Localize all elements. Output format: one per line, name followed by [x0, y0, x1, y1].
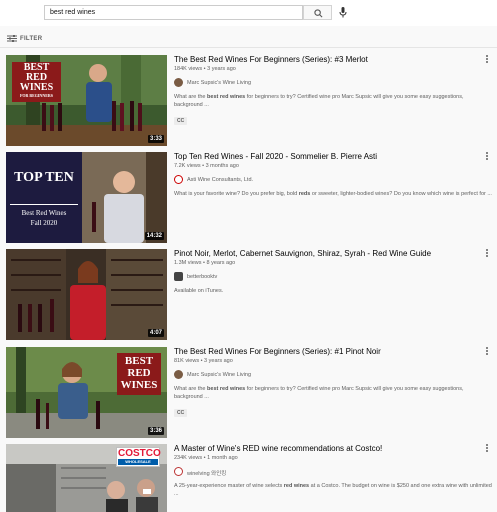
thumbnail-overlay-text: BEST RED WINES: [117, 355, 161, 391]
thumbnail-image: [6, 249, 167, 340]
overlay-line: WINES: [19, 82, 54, 93]
channel-avatar[interactable]: [174, 272, 183, 281]
cc-badge: CC: [174, 409, 188, 417]
voice-search-button[interactable]: [336, 5, 350, 20]
video-description: Available on iTunes.: [174, 287, 492, 295]
overlay-line: RED: [127, 367, 151, 379]
video-info: The Best Red Wines For Beginners (Series…: [174, 347, 487, 419]
channel-row[interactable]: betterbooktv: [174, 272, 487, 282]
video-duration: 3:36: [147, 427, 164, 435]
more-options-icon[interactable]: [486, 152, 489, 162]
video-meta: 7.2K views • 3 months ago: [174, 163, 239, 169]
desc-text: A 25-year-experience master of wine sele…: [174, 483, 284, 489]
filter-bar: FILTER: [0, 26, 497, 48]
video-description: What is your favorite wine? Do you prefe…: [174, 190, 492, 198]
video-info: Top Ten Red Wines - Fall 2020 - Sommelie…: [174, 152, 492, 198]
video-title[interactable]: Pinot Noir, Merlot, Cabernet Sauvignon, …: [174, 249, 487, 259]
desc-text: What are the: [174, 386, 208, 392]
video-title[interactable]: A Master of Wine's RED wine recommendati…: [174, 444, 487, 454]
more-options-icon[interactable]: [486, 55, 489, 65]
search-input[interactable]: best red wines: [44, 5, 303, 20]
video-result[interactable]: COSTCO WHOLESALE A Master of Wine's RED …: [0, 444, 497, 512]
more-options-icon[interactable]: [486, 347, 489, 357]
video-result[interactable]: BEST RED WINES 3:36 The Best Red Wines F…: [0, 347, 497, 444]
video-info: A Master of Wine's RED wine recommendati…: [174, 444, 492, 498]
overlay-line: Fall 2020: [30, 219, 58, 227]
video-info: Pinot Noir, Merlot, Cabernet Sauvignon, …: [174, 249, 487, 295]
desc-text: or sweeter, lighter-bodied wines? Do you…: [310, 191, 492, 197]
channel-row[interactable]: Marc Supsic's Wine Living: [174, 370, 487, 380]
channel-avatar[interactable]: [174, 370, 183, 379]
video-thumbnail[interactable]: 4:07: [6, 249, 167, 340]
video-description: A 25-year-experience master of wine sele…: [174, 482, 492, 498]
thumbnail-image: [6, 152, 167, 243]
desc-highlight: best red wines: [207, 94, 246, 100]
video-thumbnail[interactable]: BEST RED WINES 3:36: [6, 347, 167, 438]
top-bar: best red wines: [0, 0, 497, 26]
overlay-line: WINES: [120, 379, 158, 391]
video-description: What are the best red wines for beginner…: [174, 385, 492, 401]
video-result[interactable]: TOP TEN Best Red Wines Fall 2020 14:32 T…: [0, 152, 497, 249]
channel-avatar[interactable]: [174, 78, 183, 87]
channel-name[interactable]: betterbooktv: [187, 274, 217, 280]
video-description: What are the best red wines for beginner…: [174, 93, 492, 109]
filter-icon[interactable]: [7, 35, 17, 42]
video-duration: 4:07: [147, 329, 164, 337]
search-button[interactable]: [303, 5, 332, 20]
filter-button[interactable]: FILTER: [20, 36, 42, 42]
channel-row[interactable]: Asti Wine Consultants, Ltd.: [174, 175, 487, 185]
video-title[interactable]: Top Ten Red Wines - Fall 2020 - Sommelie…: [174, 152, 487, 162]
microphone-icon: [339, 7, 347, 18]
video-meta: 81K views • 3 years ago: [174, 358, 233, 364]
video-thumbnail[interactable]: TOP TEN Best Red Wines Fall 2020 14:32: [6, 152, 167, 243]
search-icon: [314, 9, 323, 18]
desc-text: What is your favorite wine? Do you prefe…: [174, 191, 299, 197]
video-duration: 3:33: [147, 135, 164, 143]
thumbnail-overlay-text: BEST RED WINES FOR BEGINNERS: [12, 63, 61, 99]
overlay-line: COSTCO: [118, 448, 161, 459]
video-meta: 184K views • 3 years ago: [174, 66, 236, 72]
channel-avatar[interactable]: [174, 175, 183, 184]
channel-row[interactable]: Marc Supsic's Wine Living: [174, 78, 487, 88]
desc-highlight: red wines: [283, 483, 310, 489]
video-thumbnail[interactable]: BEST RED WINES FOR BEGINNERS 3:33: [6, 55, 167, 146]
desc-text: What are the: [174, 94, 208, 100]
channel-name[interactable]: Asti Wine Consultants, Ltd.: [187, 177, 253, 183]
overlay-line: WHOLESALE: [118, 459, 158, 465]
video-title[interactable]: The Best Red Wines For Beginners (Series…: [174, 347, 487, 357]
video-result[interactable]: BEST RED WINES FOR BEGINNERS 3:33 The Be…: [0, 55, 497, 152]
video-info: The Best Red Wines For Beginners (Series…: [174, 55, 487, 127]
video-thumbnail[interactable]: COSTCO WHOLESALE: [6, 444, 167, 512]
overlay-line: FOR BEGINNERS: [19, 93, 53, 98]
more-options-icon[interactable]: [486, 444, 489, 454]
thumbnail-overlay-subtitle: Best Red Wines Fall 2020: [10, 204, 78, 228]
thumbnail-overlay-title: TOP TEN: [14, 170, 74, 185]
video-title[interactable]: The Best Red Wines For Beginners (Series…: [174, 55, 487, 65]
channel-name[interactable]: winelving 와인킹: [187, 469, 226, 477]
overlay-line: BEST: [124, 355, 154, 367]
desc-text: Available on iTunes.: [174, 288, 224, 294]
video-duration: 14:32: [144, 232, 164, 240]
desc-highlight: best red wines: [207, 386, 246, 392]
video-meta: 1.3M views • 8 years ago: [174, 260, 236, 266]
channel-avatar[interactable]: [174, 467, 183, 476]
video-result[interactable]: 4:07 Pinot Noir, Merlot, Cabernet Sauvig…: [0, 249, 497, 346]
channel-name[interactable]: Marc Supsic's Wine Living: [187, 372, 251, 378]
channel-name[interactable]: Marc Supsic's Wine Living: [187, 80, 251, 86]
video-meta: 234K views • 1 month ago: [174, 455, 238, 461]
desc-highlight: reds: [298, 191, 311, 197]
cc-badge: CC: [174, 117, 188, 125]
overlay-line: Best Red Wines: [21, 209, 67, 217]
channel-row[interactable]: winelving 와인킹: [174, 467, 487, 477]
costco-sign-text: COSTCO WHOLESALE: [118, 448, 161, 465]
more-options-icon[interactable]: [486, 249, 489, 259]
